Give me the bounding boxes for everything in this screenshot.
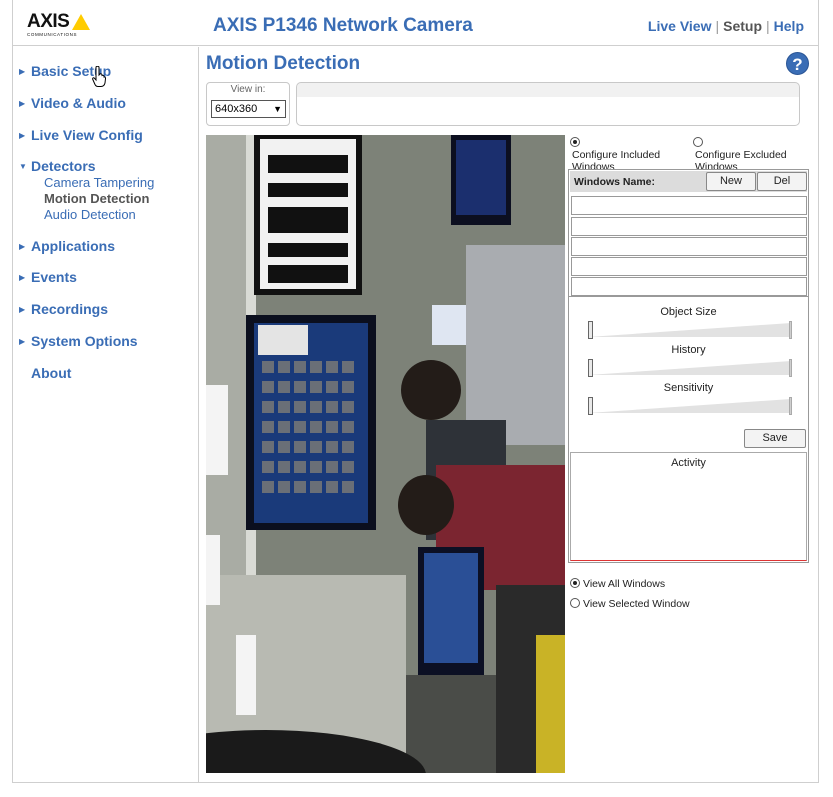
caret-right-icon: ▶ (19, 242, 26, 251)
slider-end-marker (789, 359, 792, 377)
chevron-down-icon: ▼ (273, 104, 282, 114)
window-list-row[interactable] (571, 277, 807, 296)
windows-header: Windows Name: New Del (570, 171, 807, 192)
page-frame: AXIS COMMUNICATIONS AXIS P1346 Network C… (12, 0, 819, 783)
configure-excluded-radio[interactable]: Configure Excluded Windows (693, 137, 818, 173)
radio-selected-icon (570, 137, 580, 147)
sidebar-item-applications[interactable]: ▶ Applications (19, 238, 115, 254)
sidebar-subitem-audio-detection[interactable]: Audio Detection (44, 207, 136, 222)
history-slider-thumb[interactable] (588, 359, 593, 377)
nav-setup-link[interactable]: Setup (723, 18, 762, 34)
window-list-row[interactable] (571, 257, 807, 276)
header: AXIS COMMUNICATIONS AXIS P1346 Network C… (13, 0, 818, 46)
video-frame-image (206, 135, 565, 773)
nav-help-link[interactable]: Help (774, 18, 804, 34)
camera-video-feed[interactable] (206, 135, 565, 773)
sensitivity-slider-track[interactable] (588, 399, 791, 413)
caret-right-icon: ▶ (19, 273, 26, 282)
activity-label: Activity (671, 457, 706, 469)
activity-monitor: Activity (570, 452, 807, 561)
nav-live-view-link[interactable]: Live View (648, 18, 712, 34)
top-navigation: Live View | Setup | Help (648, 18, 804, 34)
view-in-label: View in: (230, 84, 266, 95)
window-list-row[interactable] (571, 237, 807, 256)
caret-right-icon: ▶ (19, 305, 26, 314)
sidebar-subitem-camera-tampering[interactable]: Camera Tampering (44, 175, 154, 190)
sidebar-item-video-audio[interactable]: ▶ Video & Audio (19, 95, 126, 111)
sidebar: ▶ Basic Setup ▶ Video & Audio ▶ Live View C… (13, 47, 199, 782)
save-button[interactable]: Save (744, 429, 806, 448)
view-in-group: View in: 640x360 ▼ (206, 82, 290, 126)
history-label: History (671, 344, 706, 356)
window-list-row[interactable] (571, 217, 807, 236)
sidebar-item-detectors[interactable]: ▼ Detectors (19, 158, 96, 174)
axis-logo[interactable]: AXIS COMMUNICATIONS (27, 12, 107, 38)
slider-end-marker (789, 321, 792, 339)
caret-right-icon: ▶ (19, 131, 26, 140)
page-title: Motion Detection (206, 53, 361, 74)
nav-separator: | (766, 18, 770, 34)
caret-down-icon: ▼ (19, 162, 27, 171)
sidebar-item-system-options[interactable]: ▶ System Options (19, 333, 138, 349)
logo-triangle-icon (72, 14, 90, 30)
sidebar-item-live-view-config[interactable]: ▶ Live View Config (19, 127, 143, 143)
window-list-row[interactable] (571, 196, 807, 215)
sensitivity-slider-thumb[interactable] (588, 397, 593, 415)
sensitivity-label: Sensitivity (663, 382, 714, 394)
configure-included-radio[interactable]: Configure Included Windows (570, 137, 688, 173)
new-window-button[interactable]: New (706, 172, 756, 191)
view-all-windows-radio[interactable]: View All Windows (570, 578, 665, 590)
caret-right-icon: ▶ (19, 67, 26, 76)
divider (569, 296, 808, 297)
sidebar-item-events[interactable]: ▶ Events (19, 269, 77, 285)
sidebar-subitem-motion-detection[interactable]: Motion Detection (44, 191, 149, 206)
sidebar-item-about[interactable]: About (19, 365, 71, 381)
help-icon[interactable]: ? (786, 52, 809, 75)
radio-unselected-icon (570, 598, 580, 608)
radio-unselected-icon (693, 137, 703, 147)
view-selected-window-radio[interactable]: View Selected Window (570, 598, 690, 610)
resolution-select[interactable]: 640x360 ▼ (211, 100, 286, 118)
object-size-slider-track[interactable] (588, 323, 791, 337)
caret-right-icon: ▶ (19, 99, 26, 108)
motion-windows-panel: Windows Name: New Del Object Size Histor… (568, 169, 809, 563)
object-size-label: Object Size (660, 306, 717, 318)
delete-window-button[interactable]: Del (757, 172, 807, 191)
history-slider-track[interactable] (588, 361, 791, 375)
sidebar-item-recordings[interactable]: ▶ Recordings (19, 301, 108, 317)
radio-selected-icon (570, 578, 580, 588)
caret-right-icon: ▶ (19, 337, 26, 346)
object-size-slider-thumb[interactable] (588, 321, 593, 339)
hand-pointer-cursor-icon (92, 66, 106, 87)
product-title: AXIS P1346 Network Camera (213, 15, 473, 36)
nav-separator: | (715, 18, 720, 34)
status-area (296, 82, 800, 126)
slider-end-marker (789, 397, 792, 415)
